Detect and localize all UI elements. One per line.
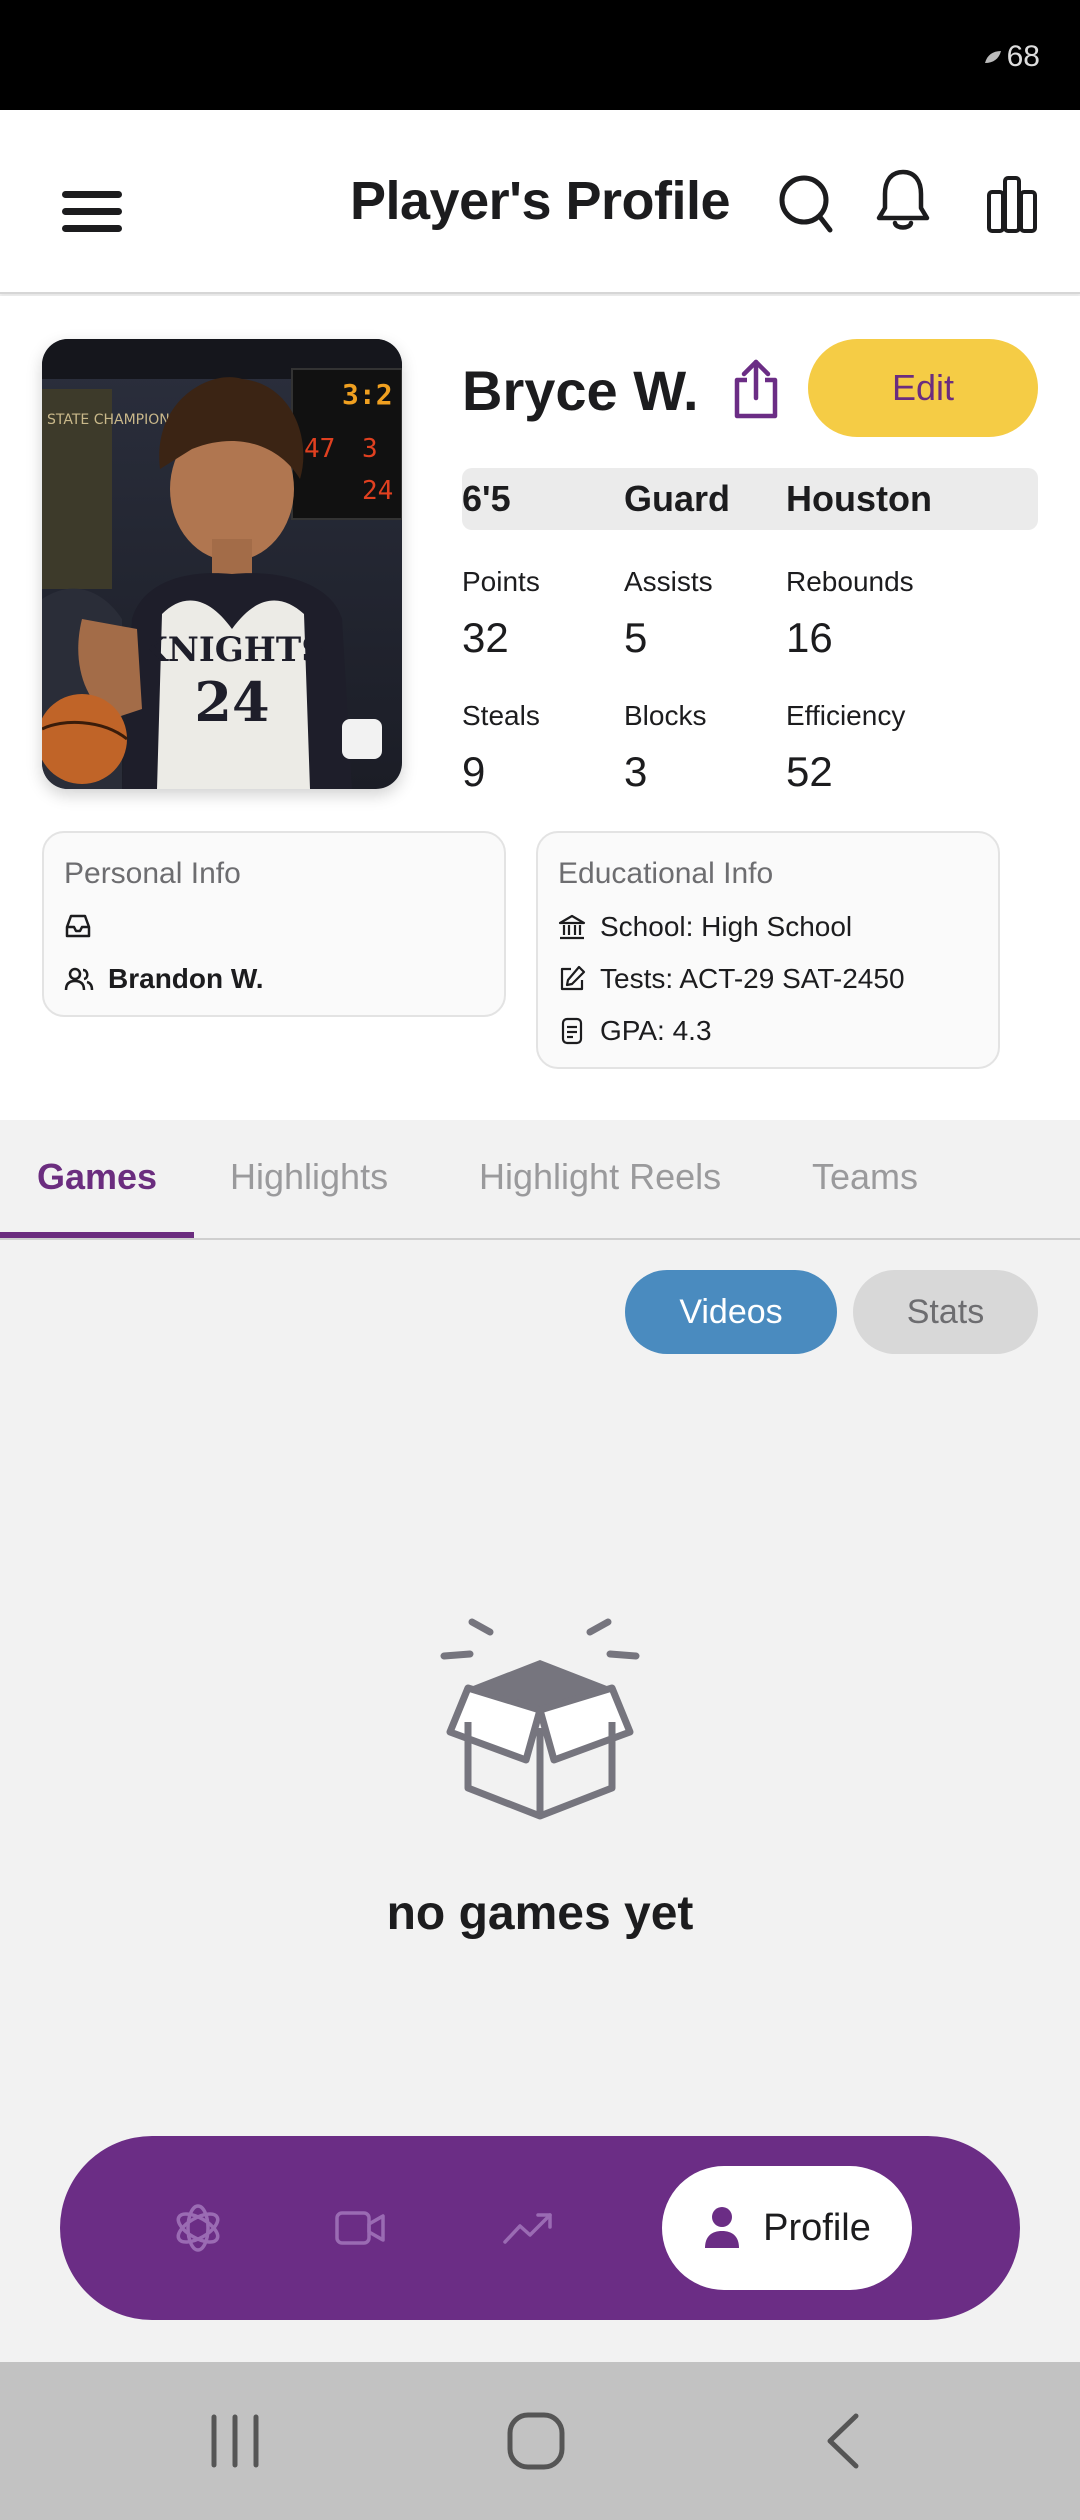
empty-state-text: no games yet xyxy=(386,1887,694,1940)
player-photo[interactable]: 3:2 47 3 24 STATE CHAMPIONS 2022 KNIGHTS… xyxy=(42,339,402,789)
player-info-strip: 6'5 Guard Houston xyxy=(462,468,1038,530)
bottom-navigation: Profile xyxy=(60,2136,1020,2320)
svg-text:24: 24 xyxy=(362,476,393,506)
personal-guardian-row: Brandon W. xyxy=(64,963,264,995)
system-navigation-bar xyxy=(0,2362,1080,2520)
video-icon xyxy=(335,2211,385,2245)
svg-text:3: 3 xyxy=(362,434,378,464)
notifications-button[interactable] xyxy=(872,166,934,236)
stat-label-efficiency: Efficiency xyxy=(786,700,906,731)
stat-label-rebounds: Rebounds xyxy=(786,566,914,597)
nav-trending-button[interactable] xyxy=(498,2198,558,2258)
player-name: Bryce W. xyxy=(462,359,699,422)
stat-label-blocks: Blocks xyxy=(624,700,707,731)
nav-video-button[interactable] xyxy=(330,2198,390,2258)
back-button[interactable] xyxy=(812,2410,872,2472)
recent-apps-button[interactable] xyxy=(200,2410,270,2472)
stat-label-points: Points xyxy=(462,566,540,597)
personal-info-title: Personal Info xyxy=(64,857,241,890)
player-photo-image: 3:2 47 3 24 STATE CHAMPIONS 2022 KNIGHTS… xyxy=(42,339,402,789)
menu-button[interactable] xyxy=(52,172,132,252)
stat-value-steals: 9 xyxy=(462,748,486,795)
content-tabs: Games Highlights Highlight Reels Teams xyxy=(0,1120,1080,1240)
player-city: Houston xyxy=(786,478,932,519)
player-profile-card: 3:2 47 3 24 STATE CHAMPIONS 2022 KNIGHTS… xyxy=(0,296,1080,1120)
empty-box-icon xyxy=(440,1618,640,1820)
videos-button[interactable]: Videos xyxy=(625,1270,837,1354)
document-icon xyxy=(561,1017,583,1045)
tab-highlight-reels[interactable]: Highlight Reels xyxy=(479,1156,721,1198)
gpa-row: GPA: 4.3 xyxy=(558,1015,712,1047)
gpa-text: GPA: 4.3 xyxy=(600,1015,712,1046)
educational-info-title: Educational Info xyxy=(558,857,774,890)
jersey-text: KNIGHTS xyxy=(138,630,326,670)
educational-info-card: Educational Info School: High School Tes… xyxy=(536,831,1000,1069)
home-icon xyxy=(507,2412,565,2470)
svg-text:47: 47 xyxy=(304,434,335,464)
tab-highlights[interactable]: Highlights xyxy=(230,1156,388,1198)
search-icon xyxy=(779,175,833,233)
player-height: 6'5 xyxy=(462,478,511,519)
profile-icon xyxy=(705,2207,740,2248)
tests-row: Tests: ACT-29 SAT-2450 xyxy=(558,963,905,995)
tab-teams[interactable]: Teams xyxy=(812,1156,918,1198)
status-bar: 68 xyxy=(0,0,1080,110)
edit-button[interactable]: Edit xyxy=(808,339,1038,437)
share-button[interactable] xyxy=(728,356,784,422)
stat-label-assists: Assists xyxy=(624,566,713,597)
leaf-icon xyxy=(984,51,1001,63)
battery-indicator: 68 xyxy=(983,40,1040,74)
jersey-number: 24 xyxy=(194,670,269,734)
users-icon xyxy=(64,967,94,991)
home-button[interactable] xyxy=(500,2408,572,2474)
personal-info-card: Personal Info Brandon W. xyxy=(42,831,506,1017)
svg-text:3:2: 3:2 xyxy=(342,378,393,411)
top-app-bar: Player's Profile xyxy=(0,110,1080,294)
stat-value-blocks: 3 xyxy=(624,748,648,795)
hamburger-icon xyxy=(62,191,122,232)
nav-profile-button[interactable]: Profile xyxy=(662,2166,912,2290)
leaderboard-icon xyxy=(987,176,1037,233)
recent-apps-icon xyxy=(211,2414,259,2468)
guardian-name: Brandon W. xyxy=(108,963,264,994)
search-button[interactable] xyxy=(774,168,838,238)
tests-text: Tests: ACT-29 SAT-2450 xyxy=(600,963,905,994)
personal-email-row xyxy=(64,913,106,939)
stats-button[interactable]: Stats xyxy=(853,1270,1038,1354)
stat-value-assists: 5 xyxy=(624,614,648,661)
ai-icon xyxy=(176,2204,220,2252)
leaderboard-button[interactable] xyxy=(984,172,1040,236)
stat-value-points: 32 xyxy=(462,614,509,661)
back-icon xyxy=(827,2413,859,2469)
school-row: School: High School xyxy=(558,911,852,943)
active-tab-indicator xyxy=(0,1232,194,1238)
nav-profile-label: Profile xyxy=(763,2206,871,2249)
trending-icon xyxy=(503,2213,552,2244)
school-text: School: High School xyxy=(600,911,853,942)
inbox-icon xyxy=(65,914,91,938)
share-icon xyxy=(734,359,778,419)
stat-label-steals: Steals xyxy=(462,700,540,731)
stat-value-efficiency: 52 xyxy=(786,748,833,795)
stat-value-rebounds: 16 xyxy=(786,614,833,661)
player-position: Guard xyxy=(624,478,731,519)
battery-level: 68 xyxy=(1006,40,1040,73)
page-title: Player's Profile xyxy=(350,171,731,231)
empty-box-illustration xyxy=(420,1610,660,1855)
nav-ai-button[interactable] xyxy=(168,2198,228,2258)
bell-icon xyxy=(876,169,930,230)
tab-games[interactable]: Games xyxy=(37,1156,157,1198)
edit-pencil-icon xyxy=(560,965,586,991)
school-icon xyxy=(558,914,586,940)
